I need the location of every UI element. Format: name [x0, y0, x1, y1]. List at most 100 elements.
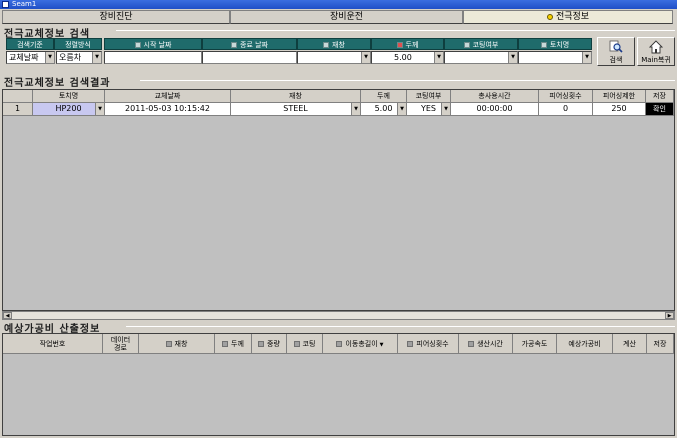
column-header: 저장: [646, 90, 674, 103]
data-path-header: 데이터 경로: [103, 334, 139, 354]
tab-operation-label: 장비운전: [329, 12, 364, 22]
end-date-header-label: 종료 날짜: [240, 41, 268, 49]
dropdown-arrow-icon[interactable]: ▼: [361, 52, 370, 63]
job-number-header: 작업번호: [3, 334, 103, 354]
coating-header-label: 코팅여부: [472, 41, 499, 49]
criteria-header: 검색기준: [6, 38, 54, 50]
dropdown-arrow-icon[interactable]: ▼: [45, 52, 54, 63]
material-col-header[interactable]: 재창: [139, 334, 215, 354]
radio-dot-icon: [546, 13, 553, 20]
move-length-col-header[interactable]: 이동총길이 ▼: [323, 334, 398, 354]
start-date-header[interactable]: 시작 날짜: [104, 38, 202, 50]
checkbox-icon: [463, 42, 470, 48]
horizontal-scrollbar[interactable]: ◀ ▶: [2, 311, 675, 320]
results-grid[interactable]: 토치명 교체날짜 재창 두께 코팅여부 총사용시간 피어싱횟수 피어싱제한 저장…: [2, 89, 675, 311]
dropdown-arrow-icon[interactable]: ▼: [434, 52, 443, 63]
confirm-button[interactable]: 확인: [646, 103, 674, 116]
column-header: 피어싱제한: [593, 90, 646, 103]
end-date-input[interactable]: [202, 51, 297, 64]
thickness-col-label: 두께: [231, 340, 244, 348]
cost-col-header: 예상가공비: [557, 334, 613, 354]
date-cell[interactable]: 2011-05-03 10:15:42: [105, 103, 231, 116]
thickness-header[interactable]: 두께: [371, 38, 444, 50]
row-number: 1: [3, 103, 33, 116]
tip-name-header[interactable]: 토치명: [518, 38, 592, 50]
pierce-count-col-label: 피어싱횟수: [416, 340, 449, 348]
app-icon: [2, 1, 9, 8]
dropdown-arrow-icon[interactable]: ▼: [95, 103, 104, 115]
material-header[interactable]: 재창: [297, 38, 371, 50]
checkbox-checked-icon: [396, 42, 403, 48]
material-header-label: 재창: [332, 41, 345, 49]
coating-col-header[interactable]: 코팅: [287, 334, 323, 354]
tip-name-header-label: 토치명: [549, 41, 570, 49]
material-col-label: 재창: [174, 340, 188, 348]
row-number-header: [3, 90, 33, 103]
tab-bar: 장비진단 장비운전 전극정보: [2, 10, 673, 24]
sort-header: 정렬방식: [54, 38, 102, 50]
tab-diagnosis[interactable]: 장비진단: [2, 10, 230, 24]
tab-electrode-label: 전극정보: [555, 12, 590, 22]
results-section-title: 전극교체정보 검색결과: [4, 78, 111, 89]
material-cell[interactable]: STEEL ▼: [231, 103, 361, 116]
checkbox-icon: [258, 341, 265, 347]
coating-cell[interactable]: YES ▼: [407, 103, 451, 116]
search-button[interactable]: 검색: [597, 37, 635, 66]
prod-time-col-header[interactable]: 생산시간: [459, 334, 513, 354]
checkbox-icon: [134, 42, 141, 48]
save-col-header: 저장: [647, 334, 674, 354]
end-date-header[interactable]: 종료 날짜: [202, 38, 297, 50]
material-cell-value: STEEL: [283, 104, 308, 113]
material-select[interactable]: ▼: [297, 51, 371, 64]
data-path-header-line2: 경로: [114, 344, 127, 352]
dropdown-arrow-icon[interactable]: ▼: [397, 103, 406, 115]
scroll-left-icon[interactable]: ◀: [3, 312, 12, 319]
tab-operation[interactable]: 장비운전: [230, 10, 463, 24]
pierce-count-col-header[interactable]: 피어싱횟수: [398, 334, 459, 354]
tab-electrode[interactable]: 전극정보: [463, 10, 673, 24]
home-icon: [649, 40, 663, 54]
dropdown-arrow-icon[interactable]: ▼: [582, 52, 591, 63]
dropdown-arrow-icon[interactable]: ▼: [92, 52, 101, 63]
thickness-header-label: 두께: [405, 41, 419, 49]
thickness-select[interactable]: 5.00 ▼: [371, 51, 444, 64]
dropdown-arrow-icon[interactable]: ▼: [441, 103, 450, 115]
scroll-right-icon[interactable]: ▶: [665, 312, 674, 319]
dropdown-arrow-icon[interactable]: ▼: [508, 52, 517, 63]
tip-cell[interactable]: HP200 ▼: [33, 103, 105, 116]
column-header: 총사용시간: [451, 90, 539, 103]
column-header: 피어싱횟수: [539, 90, 593, 103]
pierce-limit-cell[interactable]: 250: [593, 103, 646, 116]
tab-diagnosis-label: 장비진단: [99, 12, 133, 22]
column-header: 토치명: [33, 90, 105, 103]
thickness-value: 5.00: [394, 53, 412, 62]
weight-col-label: 중량: [267, 340, 280, 348]
checkbox-icon: [222, 341, 229, 347]
title-bar: Seam1: [0, 0, 677, 9]
start-date-input[interactable]: [104, 51, 202, 64]
criteria-select[interactable]: 교체날짜 ▼: [6, 51, 55, 64]
speed-col-header: 가공속도: [513, 334, 557, 354]
checkbox-icon: [407, 341, 414, 347]
calc-col-header: 계산: [613, 334, 647, 354]
prod-time-col-label: 생산시간: [477, 340, 503, 348]
window-title: Seam1: [12, 0, 37, 8]
thickness-cell[interactable]: 5.00 ▼: [361, 103, 407, 116]
tip-name-select[interactable]: ▼: [518, 51, 592, 64]
usage-time-cell[interactable]: 00:00:00: [451, 103, 539, 116]
coating-cell-value: YES: [420, 104, 437, 113]
coating-col-label: 코팅: [302, 340, 316, 348]
dropdown-arrow-icon[interactable]: ▼: [351, 103, 360, 115]
main-return-button[interactable]: Main복귀: [637, 37, 675, 66]
checkbox-icon: [323, 42, 330, 48]
data-path-header-line1: 데이터: [110, 336, 131, 344]
thickness-col-header[interactable]: 두께: [215, 334, 252, 354]
pierce-count-cell[interactable]: 0: [539, 103, 593, 116]
coating-header[interactable]: 코팅여부: [444, 38, 518, 50]
dropdown-arrow-icon[interactable]: ▼: [380, 342, 384, 348]
main-return-button-label: Main복귀: [641, 56, 671, 64]
coating-select[interactable]: ▼: [444, 51, 518, 64]
weight-col-header[interactable]: 중량: [252, 334, 287, 354]
sort-select[interactable]: 오름차 ▼: [56, 51, 102, 64]
cost-grid[interactable]: 작업번호 데이터 경로 재창 두께 중량 코팅 이동총길이 ▼ 피어싱횟수 생산시간…: [2, 333, 675, 436]
